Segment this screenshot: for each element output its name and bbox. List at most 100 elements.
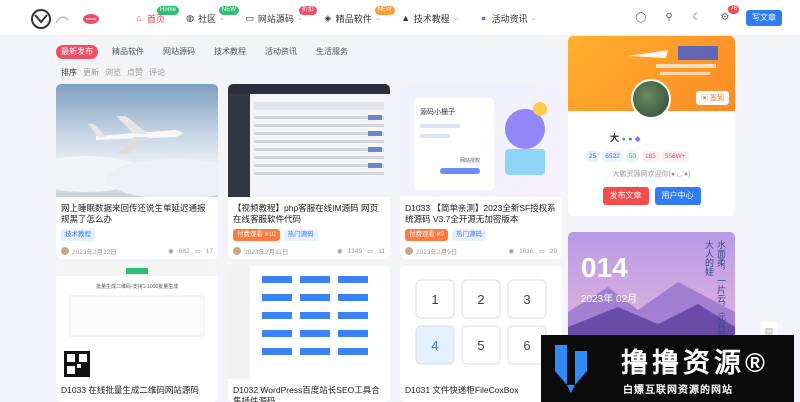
category-tab[interactable]: 网站源码 xyxy=(158,45,200,59)
auth-system-image: 源码小栅子 网站授权 xyxy=(414,98,547,190)
profile-stat: 6522 xyxy=(602,151,623,162)
post-tag[interactable]: 付费观看 ¥9 xyxy=(405,229,449,241)
category-tab[interactable]: 精品软件 xyxy=(107,45,149,59)
image-subtext: 网站授权 xyxy=(460,157,480,164)
nav-item[interactable]: ▭ 网站源码 ⌄ 折扣 xyxy=(245,0,317,36)
views-count: 682 xyxy=(178,247,190,255)
views-icon: ◉ xyxy=(508,248,515,255)
chevron-down-icon: ⌄ xyxy=(219,15,225,22)
profile-description: 大鹏资源网欢迎你(●'◡'●) xyxy=(612,171,691,178)
post-date: 2023年2月9日 xyxy=(416,249,458,256)
post-meta: 2023年2月9日 ◉ 1616 ▭ 29 xyxy=(400,246,562,256)
post-title[interactable]: D1032 WordPress百度站长SEO工具合集插件源码 xyxy=(228,385,390,402)
author-avatar[interactable] xyxy=(61,247,69,255)
seo-tools-image xyxy=(228,266,368,379)
user-profile-card: ▣ 签到 大 ● ● ◆ 25 6522 50 185 556W+ 大鹏资源网欢迎你(●… xyxy=(568,36,735,216)
header-tools: ◯ ⚲ ☾ ⚙ 76 写文章 xyxy=(620,0,782,36)
category-tab[interactable]: 技术教程 xyxy=(209,45,251,59)
top-navbar: ⌂ 首页 Home ◍ 社区 ⌄ NEW ▭ 网站源码 ⌄ 折扣 ◈ 精品软件 ⌄ NEW ▲ 技术教程 ⌄ ● 活动… xyxy=(0,0,800,36)
community-icon: ◍ xyxy=(186,13,194,23)
views-count: 1616 xyxy=(519,247,534,255)
post-tag[interactable]: 热门源码 xyxy=(452,229,487,241)
profile-stats: 25 6522 50 185 556W+ xyxy=(586,151,692,162)
keypad-digit: 5 xyxy=(477,338,484,353)
dark-mode-icon[interactable]: ☾ xyxy=(690,11,704,25)
sort-option[interactable]: 浏览 xyxy=(105,67,121,78)
nav-item[interactable]: ◈ 精品软件 ⌄ NEW xyxy=(323,0,395,36)
post-title[interactable]: D1033 【简单亲测】2023全新SF授权系统源码 V3.7全开源无加密版本 xyxy=(400,203,562,225)
profile-name: 大 ● ● ◆ xyxy=(610,131,640,144)
search-icon[interactable]: ⚲ xyxy=(662,11,676,25)
post-tags: 技术教程 xyxy=(56,229,218,241)
monitor-icon: ▭ xyxy=(245,13,255,23)
keypad-digit: 1 xyxy=(431,292,438,307)
views-count: 1349 xyxy=(347,247,363,255)
nav-item-label: 技术教程 xyxy=(413,13,450,24)
category-tab[interactable]: 活动资讯 xyxy=(260,45,302,59)
post-card[interactable]: 【视频教程】php客服在线IM源码 网页在线客服软件代码 付费观看 ¥10 热门… xyxy=(228,84,390,259)
post-card[interactable]: D1032 WordPress百度站长SEO工具合集插件源码 xyxy=(228,266,390,402)
comments-count: 29 xyxy=(549,247,557,255)
post-title[interactable]: D1033 在线批量生成二维码网站源码 xyxy=(56,385,218,402)
sort-option[interactable]: 更新 xyxy=(83,67,99,78)
bell-icon[interactable]: ⚙ 76 xyxy=(718,5,739,25)
calendar-month: 2023年 02月 xyxy=(581,294,638,305)
level-icon: ● xyxy=(628,136,633,143)
category-tab[interactable]: 生活服务 xyxy=(311,45,353,59)
post-thumbnail[interactable]: 源码小栅子 网站授权 xyxy=(400,84,562,197)
keypad-image: 1 2 3 4 5 6 xyxy=(415,279,547,365)
author-avatar[interactable] xyxy=(405,247,413,255)
calendar-day: 014 xyxy=(581,252,628,283)
chevron-down-icon: ⌄ xyxy=(530,15,537,22)
main-nav: ⌂ 首页 Home ◍ 社区 ⌄ NEW ▭ 网站源码 ⌄ 折扣 ◈ 精品软件 ⌄ NEW ▲ 技术教程 ⌄ ● 活动… xyxy=(134,0,556,36)
profile-stat: 50 xyxy=(625,151,639,162)
sign-in-button[interactable]: ▣ 签到 xyxy=(696,91,729,105)
keypad-digit: 3 xyxy=(523,292,530,307)
post-card[interactable]: 源码小栅子 网站授权 D1033 【简单亲测】2023全新SF授权系统源码 V3… xyxy=(400,84,562,259)
publish-article-button[interactable]: 发布文章 xyxy=(602,187,649,205)
nav-item[interactable]: ▲ 技术教程 ⌄ xyxy=(401,0,458,36)
post-thumbnail[interactable]: 1 2 3 4 5 6 xyxy=(400,266,562,379)
post-tag[interactable]: 热门源码 xyxy=(283,229,318,241)
nav-item[interactable]: ◍ 社区 ⌄ NEW xyxy=(185,0,239,36)
post-meta: 2023年2月11日 ◉ 1349 ▭ 11 xyxy=(228,246,390,256)
post-title[interactable]: 【视频教程】php客服在线IM源码 网页在线客服软件代码 xyxy=(228,203,390,225)
post-card[interactable]: 网上睡眠数据来回传还说生单延迟通报规黑了怎么办 技术教程 2023年2月12日 … xyxy=(56,84,218,259)
category-tabs: 最新发布 精品软件 网站源码 技术教程 活动资讯 生活服务 xyxy=(56,45,362,59)
comments-count: 11 xyxy=(378,247,385,255)
image-text: 源码小栅子 xyxy=(420,107,455,116)
post-thumbnail[interactable]: 批量生成二维码-支持1-1000批量生成 xyxy=(56,266,218,379)
post-tag[interactable]: 付费观看 ¥10 xyxy=(233,229,280,241)
post-card[interactable]: 1 2 3 4 5 6 D1031 文件快递柜FileCoxBox xyxy=(400,266,562,402)
vip-icon: ◆ xyxy=(635,136,641,143)
post-card[interactable]: 批量生成二维码-支持1-1000批量生成 D1033 在线批量生成二维码网站源码 xyxy=(56,266,218,402)
profile-actions: 发布文章 用户中心 xyxy=(568,187,735,205)
watermark-title: 撸撸资源® xyxy=(621,348,769,378)
category-tab[interactable]: 最新发布 xyxy=(56,45,98,59)
site-logo[interactable] xyxy=(30,8,100,30)
nav-item[interactable]: ⌂ 首页 Home xyxy=(134,0,180,36)
theme-tip-icon[interactable]: ◯ xyxy=(634,11,648,25)
user-center-button[interactable]: 用户中心 xyxy=(654,187,701,205)
post-thumbnail[interactable] xyxy=(228,266,390,379)
profile-stat: 25 xyxy=(586,151,600,162)
home-icon: ⌂ xyxy=(136,13,142,23)
post-thumbnail[interactable] xyxy=(56,84,218,197)
nav-item-label: 网站源码 xyxy=(257,13,294,24)
profile-avatar[interactable] xyxy=(631,79,671,119)
author-avatar[interactable] xyxy=(233,247,241,255)
write-article-button[interactable]: 写文章 xyxy=(746,10,782,26)
keypad-digit: 2 xyxy=(477,292,484,307)
watermark-banner: 撸撸资源® 白嫖互联网资源的网站 xyxy=(541,335,794,402)
post-title[interactable]: 网上睡眠数据来回传还说生单延迟通报规黑了怎么办 xyxy=(56,203,218,225)
daily-calendar-card: 014 2023年 02月 水面柔，一片云，元宵节大人的娃 xyxy=(568,232,735,347)
post-tag[interactable]: 技术教程 xyxy=(61,229,95,241)
sort-option[interactable]: 评论 xyxy=(149,67,165,78)
post-thumbnail[interactable] xyxy=(228,84,390,197)
airplane-image xyxy=(56,116,218,197)
sort-option[interactable]: 点赞 xyxy=(127,67,143,78)
nav-item[interactable]: ● 活动资讯 ⌄ xyxy=(479,0,537,36)
nav-badge: Home xyxy=(157,6,180,15)
nav-badge: NEW xyxy=(218,6,239,15)
post-title[interactable]: D1031 文件快递柜FileCoxBox xyxy=(400,385,562,402)
